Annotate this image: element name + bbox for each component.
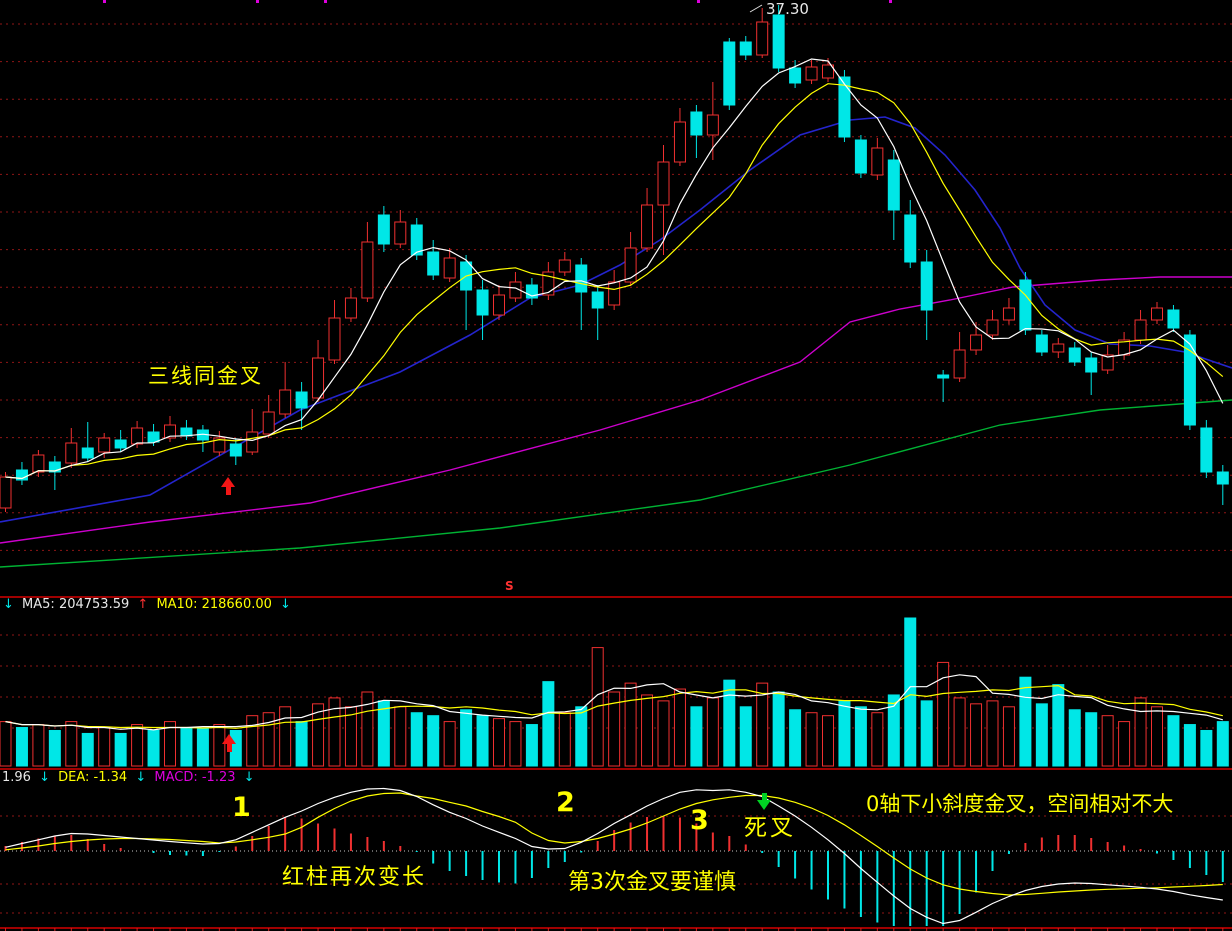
stock-chart-app: 三线同金叉 37.30 S ↓ MA5: 204753.59 ↑ MA10: 2… (0, 0, 1232, 931)
arrow-stem (226, 487, 231, 495)
down-arrow-icon: ↓ (244, 770, 255, 785)
down-arrow-icon: ↓ (135, 770, 146, 785)
arrow-head (757, 800, 771, 810)
golden-cross-note: 三线同金叉 (148, 366, 263, 387)
note-small-slope-cross: 0轴下小斜度金叉，空间相对不大 (866, 794, 1173, 815)
arrow-stem (762, 793, 767, 800)
death-cross-arrow-icon (757, 793, 772, 810)
event-marker: S (505, 580, 514, 592)
down-arrow-icon: ↓ (39, 770, 50, 785)
arrow-head (221, 477, 235, 487)
down-arrow-icon: ↓ (280, 597, 291, 612)
note-red-bars-longer: 红柱再次变长 (282, 867, 426, 889)
dea-value: DEA: -1.34 (58, 770, 127, 785)
macd-header: 1.96 ↓ DEA: -1.34 ↓ MACD: -1.23 ↓ (2, 771, 259, 784)
golden-cross-3-label: 3 (690, 807, 709, 834)
up-arrow-icon: ↑ (137, 597, 148, 612)
buy-arrow-icon (221, 477, 236, 495)
golden-cross-2-label: 2 (556, 789, 575, 816)
death-cross-label: 死叉 (744, 817, 796, 840)
dif-value: 1.96 (2, 770, 31, 785)
golden-cross-1-label: 1 (232, 794, 251, 821)
arrow-head (222, 734, 236, 744)
macd-value: MACD: -1.23 (154, 770, 235, 785)
volume-buy-arrow-icon (222, 734, 237, 752)
note-third-cross-caution: 第3次金叉要谨慎 (568, 872, 736, 894)
volume-ma10-value: MA10: 218660.00 (156, 597, 271, 612)
arrow-stem (227, 744, 232, 752)
peak-price-label: 37.30 (766, 2, 809, 17)
down-arrow-icon: ↓ (3, 597, 14, 612)
volume-ma5-value: MA5: 204753.59 (22, 597, 129, 612)
volume-header: ↓ MA5: 204753.59 ↑ MA10: 218660.00 ↓ (3, 598, 295, 611)
